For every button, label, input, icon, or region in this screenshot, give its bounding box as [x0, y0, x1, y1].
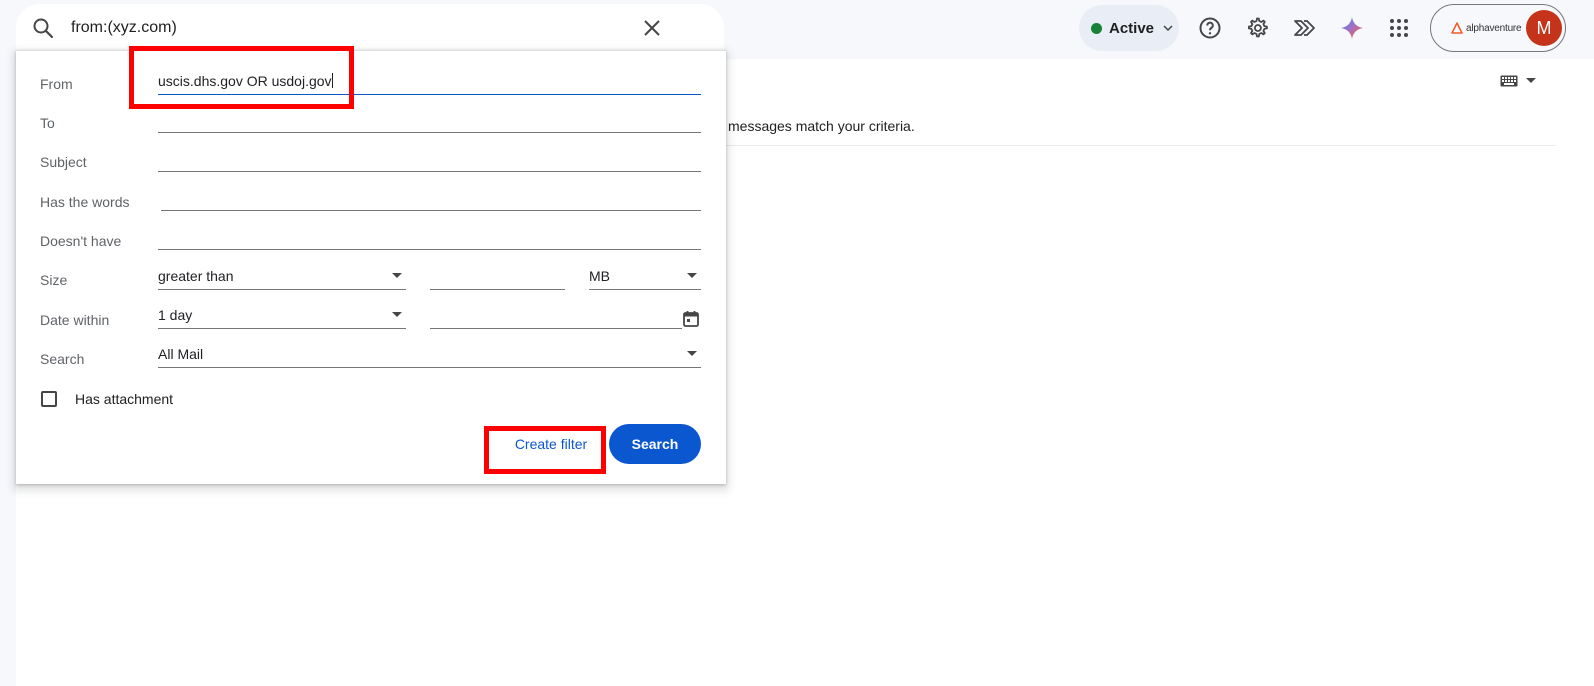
size-value-field[interactable] [430, 268, 565, 290]
has-attachment-label: Has attachment [75, 391, 174, 407]
size-operator-select[interactable]: greater than [158, 268, 406, 290]
advanced-search-panel: From uscis.dhs.gov OR usdoj.gov To Subje… [16, 50, 726, 484]
search-scope-value: All Mail [158, 346, 204, 362]
close-icon[interactable] [641, 17, 663, 39]
has-words-field[interactable] [161, 189, 701, 211]
subject-label: Subject [40, 154, 87, 170]
to-field[interactable] [158, 111, 701, 133]
date-within-label: Date within [40, 312, 110, 328]
chevron-double-icon[interactable] [1292, 16, 1316, 40]
account-chip[interactable]: alphaventure M [1430, 4, 1566, 52]
divider [16, 50, 726, 51]
apps-grid-icon[interactable] [1387, 16, 1411, 40]
dropdown-arrow-icon [687, 351, 697, 356]
create-filter-button[interactable]: Create filter [498, 426, 604, 462]
from-label: From [40, 76, 73, 92]
chevron-down-icon [1526, 78, 1536, 83]
size-operator-value: greater than [158, 268, 234, 284]
to-label: To [40, 115, 55, 131]
help-icon[interactable] [1198, 16, 1222, 40]
alphaventure-logo-icon [1451, 22, 1463, 34]
subject-field[interactable] [158, 150, 701, 172]
doesnt-have-field[interactable] [158, 228, 701, 250]
dropdown-arrow-icon [687, 273, 697, 278]
search-input[interactable]: from:(xyz.com) [71, 19, 177, 37]
date-range-select[interactable]: 1 day [158, 307, 406, 329]
has-attachment-checkbox[interactable] [41, 391, 57, 407]
text-caret [331, 73, 333, 88]
gear-icon[interactable] [1245, 16, 1269, 40]
chevron-down-icon [1163, 25, 1173, 31]
size-unit-value: MB [589, 268, 610, 284]
search-scope-label: Search [40, 351, 85, 367]
calendar-icon[interactable] [682, 310, 700, 328]
size-label: Size [40, 272, 68, 288]
from-value: uscis.dhs.gov OR usdoj.gov [158, 73, 332, 89]
search-icon[interactable] [31, 16, 55, 40]
has-words-label: Has the words [40, 194, 130, 210]
search-button[interactable]: Search [609, 424, 701, 464]
doesnt-have-label: Doesn't have [40, 233, 122, 249]
size-unit-select[interactable]: MB [589, 268, 701, 290]
search-bar[interactable]: from:(xyz.com) [16, 4, 724, 52]
keyboard-icon [1500, 75, 1518, 87]
input-tools-button[interactable] [1500, 75, 1536, 87]
status-dot [1091, 22, 1102, 34]
no-results-message: messages match your criteria. [728, 118, 915, 134]
dropdown-arrow-icon [392, 312, 402, 317]
org-logo: alphaventure [1451, 22, 1522, 34]
status-chip[interactable]: Active [1079, 5, 1179, 51]
date-range-value: 1 day [158, 307, 193, 323]
from-field[interactable]: uscis.dhs.gov OR usdoj.gov [158, 73, 701, 95]
org-name: alphaventure [1466, 22, 1522, 34]
divider [726, 145, 1556, 146]
search-scope-select[interactable]: All Mail [158, 346, 701, 368]
status-label: Active [1109, 19, 1155, 37]
date-field[interactable] [430, 307, 682, 329]
gemini-sparkle-icon[interactable] [1340, 16, 1364, 40]
dropdown-arrow-icon [392, 273, 402, 278]
avatar[interactable]: M [1526, 10, 1562, 46]
